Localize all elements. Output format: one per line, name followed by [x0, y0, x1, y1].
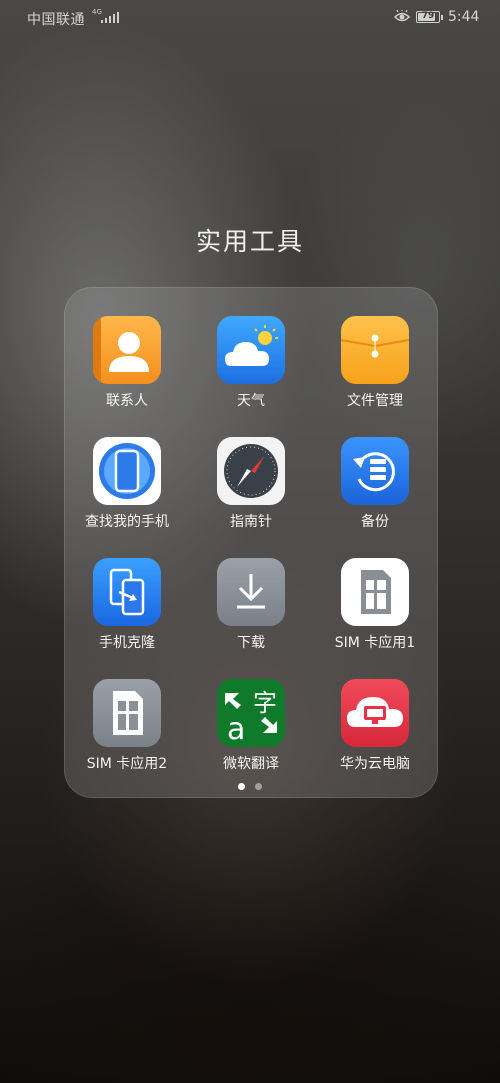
app-grid: 联系人 天气 文件管理 查找我的手机 指南针 备份 手机克隆 下载 SIM 卡应…	[65, 316, 437, 800]
page-indicator	[0, 783, 500, 790]
app-download[interactable]: 下载	[189, 558, 313, 679]
sim-card-icon	[93, 679, 161, 747]
app-phone-clone[interactable]: 手机克隆	[65, 558, 189, 679]
eye-comfort-icon	[394, 10, 410, 22]
app-label: 下载	[237, 635, 265, 651]
app-sim-2[interactable]: SIM 卡应用2	[65, 679, 189, 800]
microsoft-translator-icon: 字 a	[217, 679, 285, 747]
huawei-cloud-pc-icon	[341, 679, 409, 747]
weather-icon	[217, 316, 285, 384]
app-label: 微软翻译	[223, 756, 279, 772]
battery-icon: 79	[416, 11, 443, 23]
app-file-manager[interactable]: 文件管理	[313, 316, 437, 437]
battery-level: 79	[421, 11, 435, 21]
app-label: 华为云电脑	[340, 756, 410, 772]
app-sim-1[interactable]: SIM 卡应用1	[313, 558, 437, 679]
app-label: 备份	[361, 514, 389, 530]
app-weather[interactable]: 天气	[189, 316, 313, 437]
status-bar: 中国联通 4G 79 5:44	[0, 0, 500, 36]
svg-text:a: a	[227, 712, 245, 747]
find-my-phone-icon	[93, 437, 161, 505]
app-find-my-phone[interactable]: 查找我的手机	[65, 437, 189, 558]
app-label: 手机克隆	[99, 635, 155, 651]
contacts-icon	[93, 316, 161, 384]
page-dot-2[interactable]	[255, 783, 262, 790]
svg-text:字: 字	[253, 689, 277, 717]
backup-icon	[341, 437, 409, 505]
app-contacts[interactable]: 联系人	[65, 316, 189, 437]
folder-panel: 联系人 天气 文件管理 查找我的手机 指南针 备份 手机克隆 下载 SIM 卡应…	[64, 287, 438, 798]
app-label: 天气	[237, 393, 265, 409]
carrier-name: 中国联通	[27, 12, 85, 28]
page-dot-1[interactable]	[238, 783, 245, 790]
compass-icon	[217, 437, 285, 505]
app-label: 联系人	[106, 393, 148, 409]
clock: 5:44	[448, 9, 480, 25]
signal-icon	[101, 11, 119, 23]
app-backup[interactable]: 备份	[313, 437, 437, 558]
download-icon	[217, 558, 285, 626]
phone-clone-icon	[93, 558, 161, 626]
sim-card-icon	[341, 558, 409, 626]
app-microsoft-translator[interactable]: 字 a 微软翻译	[189, 679, 313, 800]
app-label: 文件管理	[347, 393, 403, 409]
file-manager-icon	[341, 316, 409, 384]
app-label: SIM 卡应用2	[86, 756, 168, 772]
app-label: 指南针	[230, 514, 272, 530]
app-label: SIM 卡应用1	[334, 635, 416, 651]
app-compass[interactable]: 指南针	[189, 437, 313, 558]
folder-title[interactable]: 实用工具	[0, 222, 500, 258]
app-huawei-cloud-pc[interactable]: 华为云电脑	[313, 679, 437, 800]
app-label: 查找我的手机	[85, 514, 169, 530]
